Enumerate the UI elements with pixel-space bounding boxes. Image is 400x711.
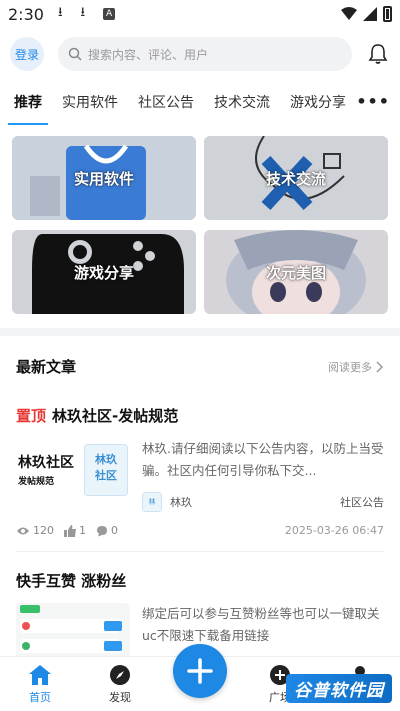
section-title: 最新文章 (16, 358, 77, 376)
top-header: 登录 搜索内容、评论、用户 (0, 28, 400, 80)
article-title: 置顶 林玖社区-发帖规范 (16, 405, 384, 426)
create-post-button[interactable] (173, 644, 227, 698)
signal-icon (363, 7, 377, 21)
tab-tech[interactable]: 技术交流 (214, 92, 270, 112)
chevron-right-icon (376, 360, 384, 373)
view-count: 120 (16, 524, 54, 537)
battery-icon (383, 6, 392, 22)
pinned-badge: 置顶 (16, 407, 47, 425)
latest-articles-header: 最新文章 阅读更多 (0, 336, 400, 387)
tab-recommend[interactable]: 推荐 (8, 92, 48, 125)
home-icon (28, 663, 52, 687)
eye-icon (17, 527, 29, 534)
wifi-icon (341, 7, 357, 20)
article-category[interactable]: 社区公告 (340, 494, 384, 510)
section-divider (0, 328, 400, 336)
category-grid: 实用软件 技术交流 游戏分享 次元美图 (0, 124, 400, 314)
category-tabs: 推荐 实用软件 社区公告 技术交流 游戏分享 ••• (0, 80, 400, 125)
thumbs-up-icon (64, 524, 76, 537)
search-placeholder: 搜索内容、评论、用户 (88, 47, 209, 62)
article-item[interactable]: 置顶 林玖社区-发帖规范 林玖社区 发帖规范 林玖 社区 林玖.请仔细阅读以下公告… (0, 387, 400, 552)
category-card-software[interactable]: 实用软件 (12, 136, 196, 220)
search-input[interactable]: 搜索内容、评论、用户 (58, 37, 352, 71)
read-more-label: 阅读更多 (328, 360, 372, 374)
compass-icon (109, 663, 131, 687)
nav-home-label: 首页 (29, 691, 51, 704)
article-title-text: 林玖社区-发帖规范 (52, 407, 179, 425)
category-label-games: 游戏分享 (73, 263, 134, 282)
status-bar: 2:30 ⭳ ⭳ A (0, 0, 400, 28)
download-icon: ⭳ (57, 5, 63, 20)
category-card-anime[interactable]: 次元美图 (204, 230, 388, 314)
tab-games[interactable]: 游戏分享 (290, 92, 346, 112)
status-time: 2:30 (8, 4, 44, 24)
comment-icon (97, 525, 107, 536)
more-tabs-icon[interactable]: ••• (356, 92, 390, 111)
watermark-logo: 谷普软件园 (286, 674, 392, 703)
thumb-title: 林玖社区 (18, 455, 74, 471)
thumb-subtitle: 发帖规范 (18, 477, 55, 487)
author-avatar[interactable]: 林 (142, 492, 162, 512)
nav-discover-label: 发现 (109, 691, 131, 704)
category-card-games[interactable]: 游戏分享 (12, 230, 196, 314)
article-title-2: 快手互赞 涨粉丝 (16, 572, 127, 590)
download-icon-2: ⭳ (80, 5, 86, 20)
thumb-logo: 林玖 社区 (84, 444, 128, 496)
tab-software[interactable]: 实用软件 (62, 92, 118, 112)
read-more-link[interactable]: 阅读更多 (328, 359, 384, 375)
thumb-logo-line-1: 林玖 (95, 453, 117, 466)
article-thumbnail: 林玖社区 发帖规范 林玖 社区 (16, 438, 130, 510)
category-label-software: 实用软件 (73, 169, 134, 188)
nav-home[interactable]: 首页 (0, 663, 80, 705)
plus-icon (187, 658, 213, 684)
thumb-logo-line-2: 社区 (95, 469, 117, 482)
category-label-tech: 技术交流 (265, 169, 326, 188)
comment-count[interactable]: 0 (96, 524, 118, 537)
app-notification-icon: A (103, 8, 116, 20)
article-excerpt: 林玖.请仔细阅读以下公告内容，以防上当受骗。社区内任何引导你私下交... (142, 441, 384, 478)
article-excerpt-2: 绑定后可以参与互赞粉丝等也可以一键取关uc不限速下载备用链接 (142, 606, 380, 643)
nav-discover[interactable]: 发现 (80, 663, 160, 705)
notification-bell-icon[interactable] (366, 42, 390, 66)
article-date: 2025-03-26 06:47 (284, 524, 384, 537)
like-count[interactable]: 1 (64, 524, 86, 537)
tab-announcements[interactable]: 社区公告 (138, 92, 194, 112)
category-card-tech[interactable]: 技术交流 (204, 136, 388, 220)
article-author[interactable]: 林玖 (170, 494, 192, 510)
category-label-anime: 次元美图 (265, 263, 326, 282)
login-button[interactable]: 登录 (10, 37, 44, 71)
search-icon (68, 47, 82, 61)
